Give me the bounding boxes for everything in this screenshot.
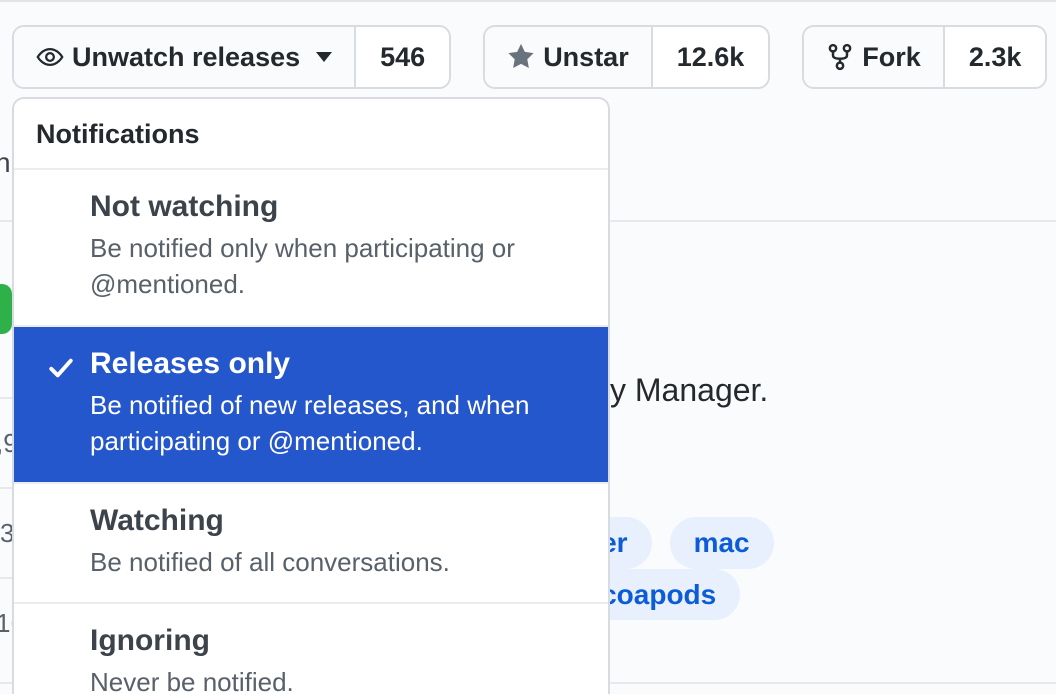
fork-button[interactable]: Fork <box>804 27 943 87</box>
watch-label: Unwatch releases <box>72 44 300 71</box>
eye-icon <box>36 43 64 71</box>
notifications-dropdown: Notifications Not watching Be notified on… <box>12 97 610 694</box>
dropdown-item-title: Ignoring <box>90 624 586 658</box>
dropdown-item-watching[interactable]: Watching Be notified of all conversations… <box>14 482 608 602</box>
chevron-down-icon <box>316 52 332 62</box>
fork-button-group: Fork 2.3k <box>802 25 1047 89</box>
star-icon <box>507 43 535 71</box>
fork-icon <box>826 43 854 71</box>
topic-tag[interactable]: mac <box>670 517 774 569</box>
dropdown-item-not-watching[interactable]: Not watching Be notified only when partic… <box>14 168 608 325</box>
dropdown-header: Notifications <box>14 99 608 160</box>
dropdown-item-subtitle: Be notified of all conversations. <box>90 544 586 580</box>
dropdown-item-ignoring[interactable]: Ignoring Never be notified. <box>14 602 608 694</box>
repo-actions-toolbar: Unwatch releases 546 Unstar 12.6k <box>12 25 1047 89</box>
star-button-group: Unstar 12.6k <box>483 25 770 89</box>
star-count[interactable]: 12.6k <box>651 27 769 87</box>
check-icon <box>48 355 74 386</box>
unwatch-releases-button[interactable]: Unwatch releases <box>14 27 354 87</box>
dropdown-item-subtitle: Never be notified. <box>90 664 586 694</box>
dropdown-item-releases-only[interactable]: Releases only Be notified of new releases… <box>14 325 608 482</box>
watch-count[interactable]: 546 <box>354 27 449 87</box>
dropdown-item-title: Not watching <box>90 190 586 224</box>
dropdown-item-title: Watching <box>90 504 586 538</box>
dropdown-item-subtitle: Be notified only when participating or @… <box>90 230 586 303</box>
unstar-button[interactable]: Unstar <box>485 27 651 87</box>
star-label: Unstar <box>543 44 629 71</box>
fork-label: Fork <box>862 44 921 71</box>
dropdown-item-title: Releases only <box>90 347 586 381</box>
dropdown-item-subtitle: Be notified of new releases, and when pa… <box>90 387 586 460</box>
watch-button-group: Unwatch releases 546 <box>12 25 451 89</box>
repo-description-fragment: y Manager. <box>610 372 768 409</box>
fork-count[interactable]: 2.3k <box>943 27 1046 87</box>
